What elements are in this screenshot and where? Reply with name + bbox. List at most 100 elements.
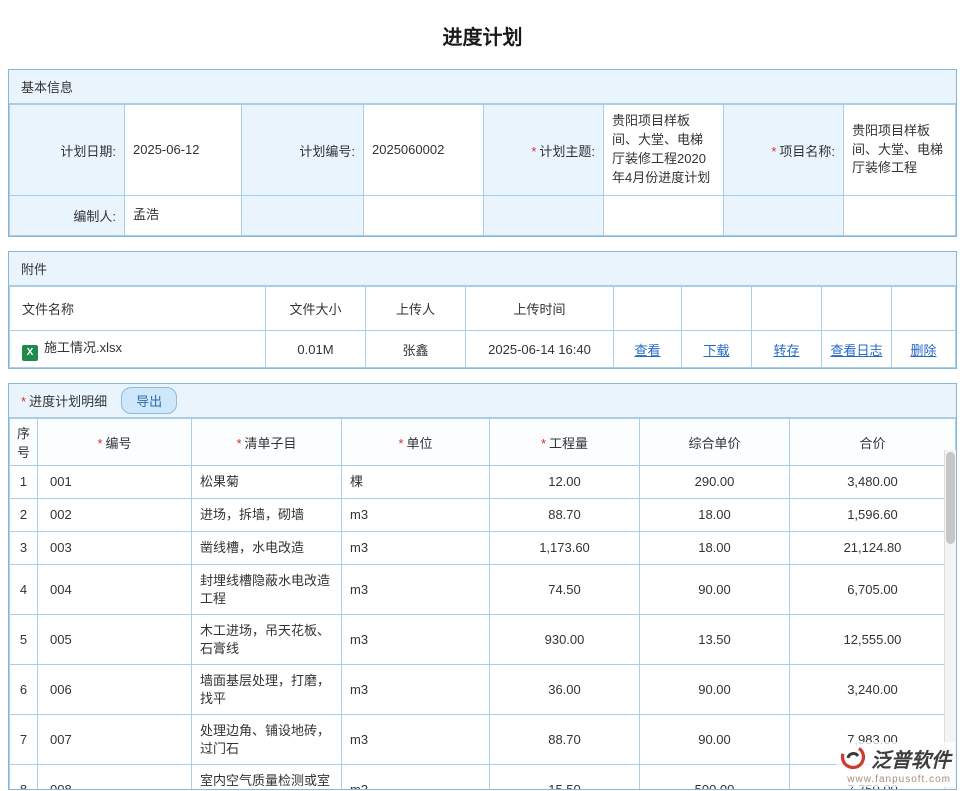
cell-code: 006 — [38, 665, 192, 715]
cell-price: 13.50 — [640, 615, 790, 665]
file-name-cell: 施工情况.xlsx — [10, 331, 266, 368]
cell-total: 3,240.00 — [790, 665, 956, 715]
cell-seq: 8 — [10, 765, 38, 790]
table-row: 8 008 室内空气质量检测或室内空气污染综合治理; m3 15.50 500.… — [10, 765, 956, 790]
basic-info-section-title: 基本信息 — [21, 77, 73, 96]
attachments-panel: 附件 文件名称 文件大小 上传人 上传时间 施工情况.xlsx 0.01M 张鑫… — [8, 251, 957, 369]
cell-price: 90.00 — [640, 665, 790, 715]
file-name-header: 文件名称 — [10, 287, 266, 331]
fanpu-logo-icon — [840, 744, 866, 773]
cell-code: 001 — [38, 466, 192, 499]
upload-time-cell: 2025-06-14 16:40 — [466, 331, 614, 368]
detail-section-bar: *进度计划明细 导出 — [9, 384, 956, 418]
seq-header: 序号 — [10, 419, 38, 466]
basic-info-section-bar: 基本信息 — [9, 70, 956, 104]
table-row: 5 005 木工进场，吊天花板、石膏线 m3 930.00 13.50 12,5… — [10, 615, 956, 665]
cell-price: 90.00 — [640, 715, 790, 765]
cell-unit: m3 — [342, 665, 490, 715]
empty-label-cell — [724, 196, 844, 236]
empty-label-cell — [484, 196, 604, 236]
attachments-section-bar: 附件 — [9, 252, 956, 286]
attachments-section-title: 附件 — [21, 259, 47, 278]
cell-qty: 1,173.60 — [490, 532, 640, 565]
plan-date-label: 计划日期: — [10, 105, 125, 196]
plan-date-value: 2025-06-12 — [125, 105, 242, 196]
item-header: *清单子目 — [192, 419, 342, 466]
unit-price-header: 综合单价 — [640, 419, 790, 466]
file-size-cell: 0.01M — [266, 331, 366, 368]
detail-header-row: 序号 *编号 *清单子目 *单位 *工程量 综合单价 合价 — [10, 419, 956, 466]
export-button[interactable]: 导出 — [121, 387, 177, 414]
cell-item: 处理边角、铺设地砖，过门石 — [192, 715, 342, 765]
table-row: 3 003 凿线槽，水电改造 m3 1,173.60 18.00 21,124.… — [10, 532, 956, 565]
cell-unit: m3 — [342, 765, 490, 790]
cell-unit: m3 — [342, 499, 490, 532]
cell-seq: 6 — [10, 665, 38, 715]
project-name-label: *项目名称: — [724, 105, 844, 196]
cell-code: 004 — [38, 565, 192, 615]
cell-seq: 3 — [10, 532, 38, 565]
code-header: *编号 — [38, 419, 192, 466]
cell-unit: m3 — [342, 715, 490, 765]
quantity-header: *工程量 — [490, 419, 640, 466]
action-header-empty — [614, 287, 682, 331]
cell-price: 18.00 — [640, 532, 790, 565]
basic-info-table: 计划日期: 2025-06-12 计划编号: 2025060002 *计划主题:… — [9, 104, 956, 236]
table-row: 6 006 墙面基层处理，打磨，找平 m3 36.00 90.00 3,240.… — [10, 665, 956, 715]
attachments-table: 文件名称 文件大小 上传人 上传时间 施工情况.xlsx 0.01M 张鑫 20… — [9, 286, 956, 368]
cell-qty: 88.70 — [490, 499, 640, 532]
delete-link[interactable]: 删除 — [910, 343, 936, 358]
plan-number-value: 2025060002 — [364, 105, 484, 196]
basic-info-panel: 基本信息 计划日期: 2025-06-12 计划编号: 2025060002 *… — [8, 69, 957, 237]
unit-header: *单位 — [342, 419, 490, 466]
cell-unit: 棵 — [342, 466, 490, 499]
plan-subject-value: 贵阳项目样板间、大堂、电梯厅装修工程2020年4月份进度计划 — [604, 105, 724, 196]
view-log-link[interactable]: 查看日志 — [830, 343, 882, 358]
vendor-watermark: 泛普软件 www.fanpusoft.com — [836, 742, 955, 787]
cell-price: 18.00 — [640, 499, 790, 532]
cell-qty: 36.00 — [490, 665, 640, 715]
upload-time-header: 上传时间 — [466, 287, 614, 331]
save-as-link[interactable]: 转存 — [773, 343, 799, 358]
table-row: 2 002 进场，拆墙，砌墙 m3 88.70 18.00 1,596.60 — [10, 499, 956, 532]
empty-value-cell — [844, 196, 956, 236]
cell-qty: 930.00 — [490, 615, 640, 665]
creator-value: 孟浩 — [125, 196, 242, 236]
cell-item: 松果菊 — [192, 466, 342, 499]
download-link[interactable]: 下载 — [703, 343, 729, 358]
view-link[interactable]: 查看 — [634, 343, 660, 358]
cell-code: 005 — [38, 615, 192, 665]
table-row: 4 004 封埋线槽隐蔽水电改造工程 m3 74.50 90.00 6,705.… — [10, 565, 956, 615]
file-size-header: 文件大小 — [266, 287, 366, 331]
cell-total: 12,555.00 — [790, 615, 956, 665]
cell-unit: m3 — [342, 532, 490, 565]
cell-item: 墙面基层处理，打磨，找平 — [192, 665, 342, 715]
cell-item: 进场，拆墙，砌墙 — [192, 499, 342, 532]
cell-qty: 12.00 — [490, 466, 640, 499]
action-header-empty — [892, 287, 956, 331]
file-name-text: 施工情况.xlsx — [44, 340, 122, 355]
plan-number-label: 计划编号: — [242, 105, 364, 196]
cell-price: 90.00 — [640, 565, 790, 615]
excel-file-icon — [22, 345, 38, 361]
detail-panel: *进度计划明细 导出 序号 *编号 *清单子目 *单位 *工程量 综合单价 合价… — [8, 383, 957, 790]
uploader-header: 上传人 — [366, 287, 466, 331]
cell-item: 凿线槽，水电改造 — [192, 532, 342, 565]
cell-price: 290.00 — [640, 466, 790, 499]
table-row: 7 007 处理边角、铺设地砖，过门石 m3 88.70 90.00 7,983… — [10, 715, 956, 765]
empty-label-cell — [242, 196, 364, 236]
cell-item: 木工进场，吊天花板、石膏线 — [192, 615, 342, 665]
empty-value-cell — [604, 196, 724, 236]
cell-qty: 74.50 — [490, 565, 640, 615]
cell-code: 007 — [38, 715, 192, 765]
cell-seq: 7 — [10, 715, 38, 765]
table-row: 施工情况.xlsx 0.01M 张鑫 2025-06-14 16:40 查看 下… — [10, 331, 956, 368]
action-header-empty — [822, 287, 892, 331]
vertical-scrollbar[interactable] — [944, 450, 956, 789]
cell-item: 室内空气质量检测或室内空气污染综合治理; — [192, 765, 342, 790]
cell-qty: 88.70 — [490, 715, 640, 765]
empty-value-cell — [364, 196, 484, 236]
cell-qty: 15.50 — [490, 765, 640, 790]
total-price-header: 合价 — [790, 419, 956, 466]
scrollbar-thumb[interactable] — [946, 452, 955, 544]
